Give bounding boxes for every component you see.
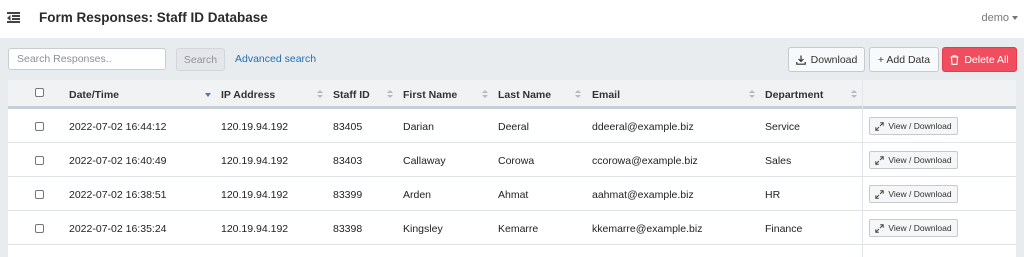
view-download-label: View / Download	[888, 189, 952, 199]
chevron-down-icon	[1012, 16, 1018, 21]
user-menu[interactable]: demo	[981, 12, 1018, 24]
cell-last-name: Deeral	[498, 121, 529, 133]
delete-all-button[interactable]: Delete All	[942, 47, 1017, 72]
add-data-label: + Add Data	[877, 53, 931, 66]
add-data-button[interactable]: + Add Data	[869, 47, 939, 72]
cell-datetime: 2022-07-02 16:38:51	[69, 189, 167, 201]
download-label: Download	[810, 53, 858, 66]
cell-ip-address: 120.19.94.192	[221, 189, 289, 201]
cell-datetime: 2022-07-02 16:44:12	[69, 121, 167, 133]
cell-department: Service	[765, 121, 801, 133]
sort-icon[interactable]	[575, 90, 582, 99]
cell-staff-id: 83403	[333, 155, 363, 167]
view-download-button[interactable]: View / Download	[869, 151, 958, 169]
cell-staff-id: 83399	[333, 189, 363, 201]
delete-all-label: Delete All	[964, 53, 1009, 66]
trash-icon	[950, 54, 959, 65]
column-header-ip-address[interactable]: IP Address	[221, 89, 275, 101]
cell-email: kkemarre@example.biz	[592, 223, 703, 235]
view-download-button[interactable]: View / Download	[869, 219, 958, 237]
view-download-button[interactable]: View / Download	[869, 185, 958, 203]
cell-department: Sales	[765, 155, 792, 167]
expand-icon	[875, 155, 885, 165]
column-header-datetime[interactable]: Date/Time	[69, 89, 119, 101]
expand-icon	[875, 121, 885, 131]
column-header-email[interactable]: Email	[592, 89, 620, 101]
cell-first-name: Arden	[403, 189, 432, 201]
table-row[interactable]: 2022-07-02 16:35:24 120.19.94.192 83398 …	[8, 211, 1016, 245]
cell-department: HR	[765, 189, 781, 201]
search-button[interactable]: Search	[176, 48, 225, 71]
search-input[interactable]	[8, 48, 166, 70]
cell-last-name: Ahmat	[498, 189, 529, 201]
sort-icon[interactable]	[482, 90, 489, 99]
table-row[interactable]: 2022-07-02 16:44:12 120.19.94.192 83405 …	[8, 109, 1016, 143]
table-row[interactable]: 2022-07-02 16:38:51 120.19.94.192 83399 …	[8, 177, 1016, 211]
sidebar-toggle-icon[interactable]	[7, 12, 20, 23]
cell-ip-address: 120.19.94.192	[221, 121, 289, 133]
sort-icon[interactable]	[851, 90, 858, 99]
cell-staff-id: 83398	[333, 223, 363, 235]
cell-first-name: Callaway	[403, 155, 446, 167]
expand-icon	[875, 223, 885, 233]
row-checkbox[interactable]	[35, 156, 44, 165]
column-header-first-name[interactable]: First Name	[403, 89, 457, 101]
sort-icon[interactable]	[749, 90, 756, 99]
user-name: demo	[981, 12, 1009, 24]
row-checkbox[interactable]	[35, 190, 44, 199]
cell-staff-id: 83405	[333, 121, 363, 133]
cell-ip-address: 120.19.94.192	[221, 155, 289, 167]
cell-department: Finance	[765, 223, 803, 235]
column-header-department[interactable]: Department	[765, 89, 823, 101]
view-download-label: View / Download	[888, 121, 952, 131]
view-download-button[interactable]: View / Download	[869, 117, 958, 135]
table-row[interactable]: 2022-07-02 16:40:49 120.19.94.192 83403 …	[8, 143, 1016, 177]
column-header-staff-id[interactable]: Staff ID	[333, 89, 370, 101]
download-button[interactable]: Download	[788, 47, 865, 72]
expand-icon	[875, 189, 885, 199]
view-download-label: View / Download	[888, 155, 952, 165]
cell-datetime: 2022-07-02 16:40:49	[69, 155, 167, 167]
page-title: Form Responses: Staff ID Database	[39, 10, 268, 25]
cell-first-name: Kingsley	[403, 223, 443, 235]
sort-desc-icon[interactable]	[205, 93, 211, 97]
cell-datetime: 2022-07-02 16:35:24	[69, 223, 167, 235]
responses-table: Date/Time IP Address Staff ID First Name…	[8, 80, 1016, 257]
row-checkbox[interactable]	[35, 122, 44, 131]
cell-email: aahmat@example.biz	[592, 189, 694, 201]
cell-first-name: Darian	[403, 121, 434, 133]
table-header: Date/Time IP Address Staff ID First Name…	[8, 80, 1016, 109]
top-bar: Form Responses: Staff ID Database demo	[0, 0, 1024, 38]
select-all-checkbox[interactable]	[35, 88, 44, 97]
row-checkbox[interactable]	[35, 224, 44, 233]
download-icon	[795, 55, 806, 65]
advanced-search-link[interactable]: Advanced search	[235, 53, 316, 65]
cell-email: ddeeral@example.biz	[592, 121, 694, 133]
cell-last-name: Kemarre	[498, 223, 539, 235]
column-header-last-name[interactable]: Last Name	[498, 89, 551, 101]
cell-last-name: Corowa	[498, 155, 535, 167]
cell-ip-address: 120.19.94.192	[221, 223, 289, 235]
sort-icon[interactable]	[387, 90, 394, 99]
cell-email: ccorowa@example.biz	[592, 155, 698, 167]
view-download-label: View / Download	[888, 223, 952, 233]
sort-icon[interactable]	[317, 90, 324, 99]
